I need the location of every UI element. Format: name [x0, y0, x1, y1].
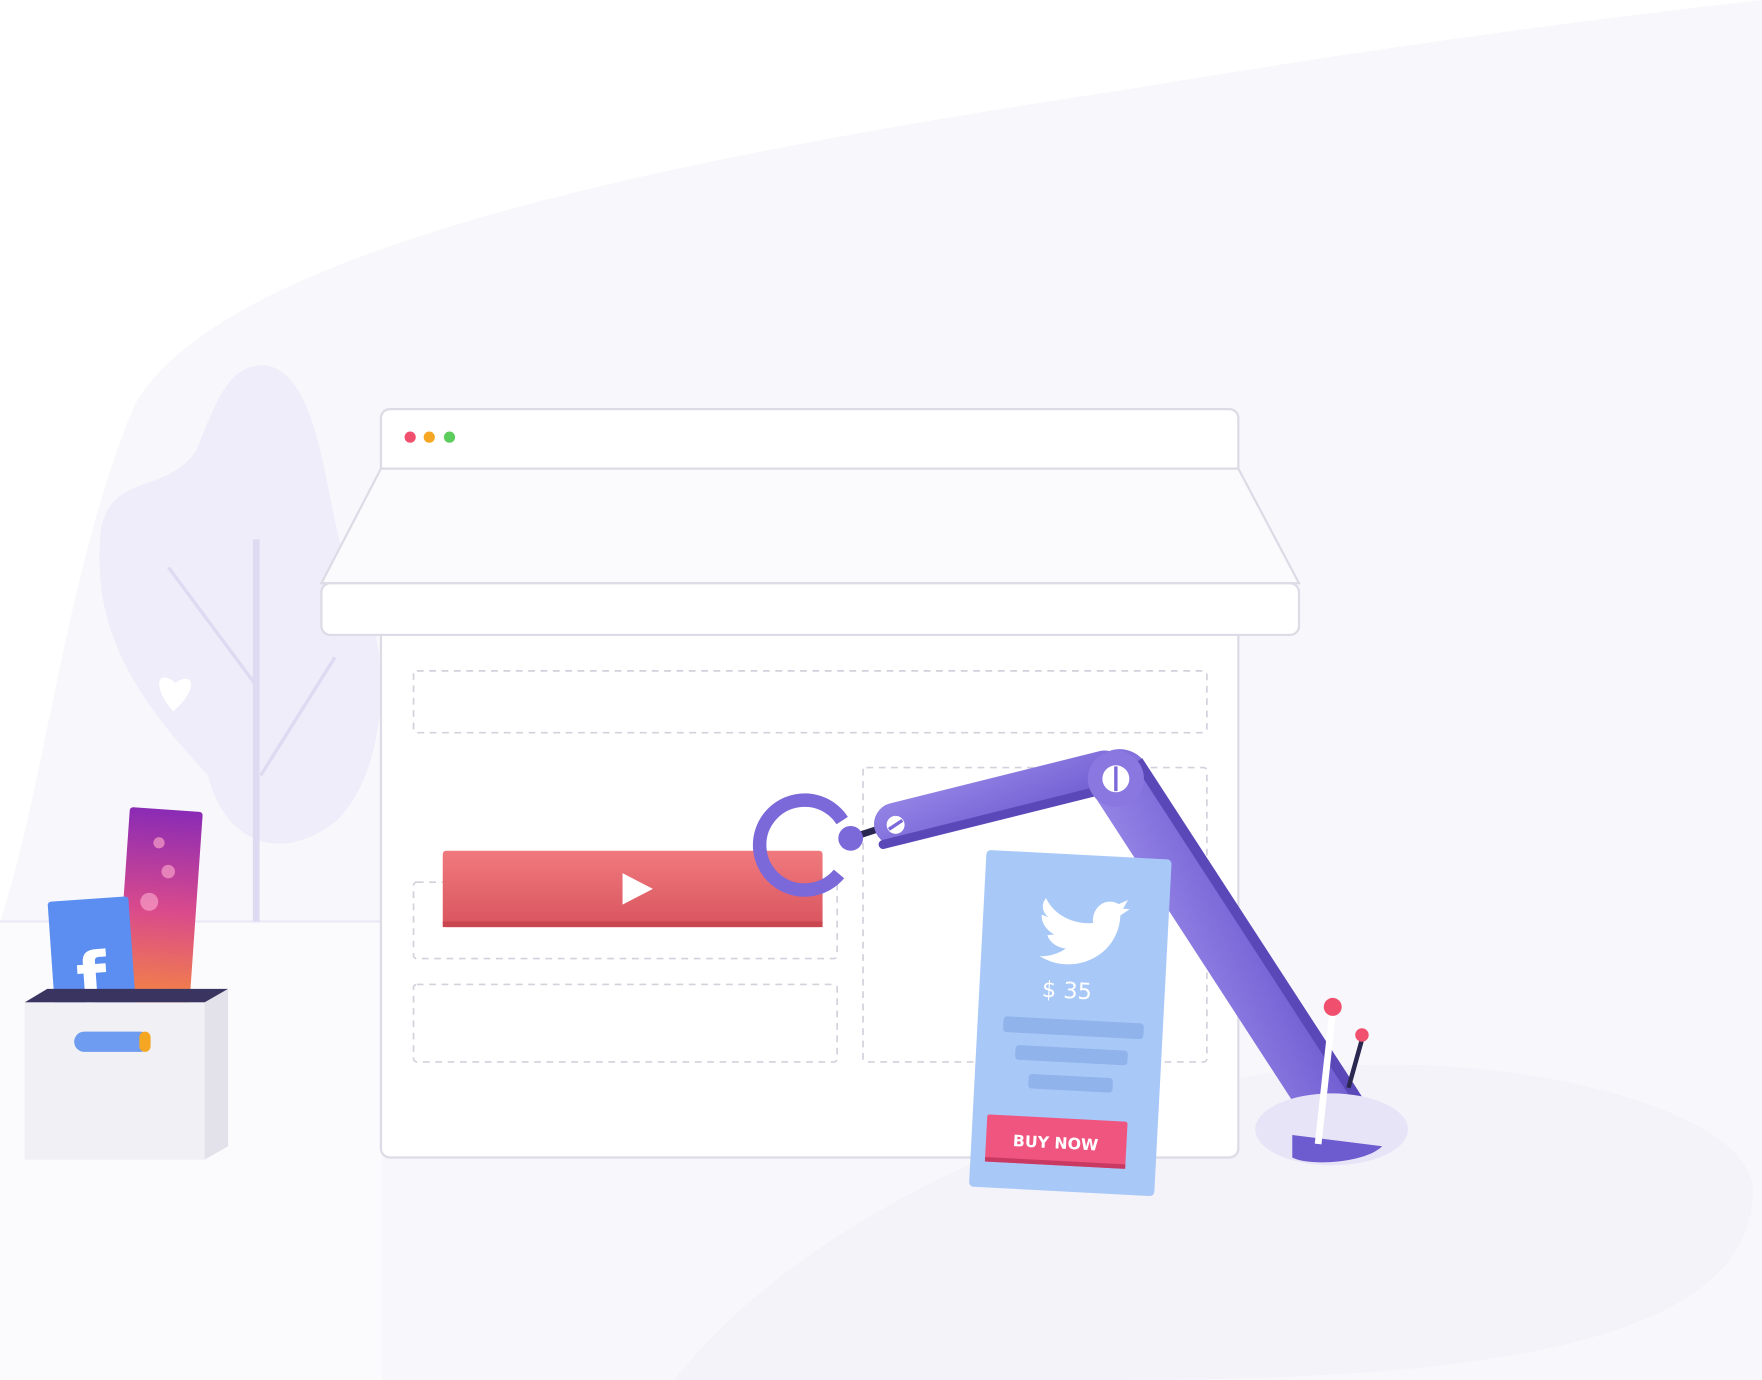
illustration: $ 35 BUY NOW f — [0, 0, 1762, 1380]
pricing-card: $ 35 BUY NOW — [969, 850, 1172, 1197]
awning — [319, 467, 1301, 637]
buy-now-button[interactable]: BUY NOW — [984, 1114, 1128, 1169]
box-handle — [74, 1031, 151, 1052]
close-dot — [404, 431, 416, 443]
minimize-dot — [423, 431, 435, 443]
maximize-dot — [443, 431, 456, 443]
price-label: $ 35 — [1041, 977, 1092, 1006]
